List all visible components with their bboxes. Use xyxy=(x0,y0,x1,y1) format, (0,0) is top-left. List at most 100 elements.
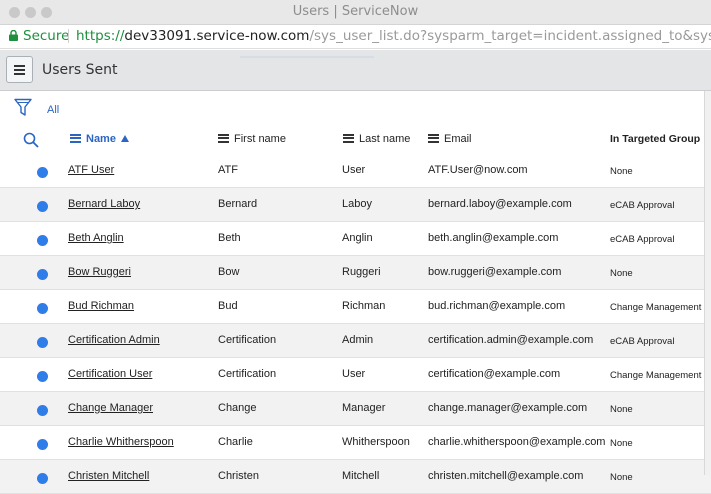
vertical-scrollbar[interactable] xyxy=(704,91,711,475)
user-name-link[interactable]: Christen Mitchell xyxy=(68,470,208,482)
window-title: Users | ServiceNow xyxy=(292,4,419,19)
list-title: Users Sent xyxy=(42,62,118,78)
user-name-link[interactable]: ATF User xyxy=(68,164,208,176)
blue-dot-icon xyxy=(37,235,48,246)
last-name-cell: Whitherspoon xyxy=(342,436,410,448)
first-name-cell: Certification xyxy=(218,334,277,346)
table-row[interactable]: Change Manager Change Manager change.man… xyxy=(0,392,711,426)
table-row[interactable]: Charlie Whitherspoon Charlie Whitherspoo… xyxy=(0,426,711,460)
table-row[interactable]: Bernard Laboy Bernard Laboy bernard.labo… xyxy=(0,188,711,222)
column-menu-icon[interactable] xyxy=(70,133,81,143)
group-cell: eCAB Approval xyxy=(610,200,675,211)
email-cell: bud.richman@example.com xyxy=(428,300,566,312)
url-path: /sys_user_list.do?sysparm_target=inciden… xyxy=(309,28,711,44)
window-titlebar: Users | ServiceNow xyxy=(0,0,711,25)
lock-icon xyxy=(9,30,18,41)
user-table-body: ATF User ATF User ATF.User@now.com None … xyxy=(0,154,711,494)
column-header-email[interactable]: Email xyxy=(428,133,472,145)
blue-dot-icon xyxy=(37,201,48,212)
group-cell: None xyxy=(610,268,633,279)
user-name-link[interactable]: Beth Anglin xyxy=(68,232,208,244)
first-name-cell: ATF xyxy=(218,164,238,176)
last-name-cell: User xyxy=(342,164,366,176)
table-row[interactable]: Bow Ruggeri Bow Ruggeri bow.ruggeri@exam… xyxy=(0,256,711,290)
group-cell: eCAB Approval xyxy=(610,336,675,347)
table-row[interactable]: Beth Anglin Beth Anglin beth.anglin@exam… xyxy=(0,222,711,256)
table-row[interactable]: Christen Mitchell Christen Mitchell chri… xyxy=(0,460,711,494)
url-host: dev33091.service-now.com xyxy=(124,28,310,44)
url-scheme: https:// xyxy=(76,28,125,44)
user-name-link[interactable]: Charlie Whitherspoon xyxy=(68,436,208,448)
first-name-cell: Beth xyxy=(218,232,241,244)
column-label-email: Email xyxy=(444,133,472,145)
column-label-last-name: Last name xyxy=(359,133,411,145)
column-menu-icon[interactable] xyxy=(428,133,439,143)
funnel-icon[interactable] xyxy=(14,98,32,117)
url-text[interactable]: https://dev33091.service-now.com/sys_use… xyxy=(76,28,711,44)
header-decor-line xyxy=(240,56,374,58)
user-name-link[interactable]: Certification User xyxy=(68,368,208,380)
secure-label: Secure xyxy=(23,28,70,44)
column-label-name: Name xyxy=(86,133,116,145)
blue-dot-icon xyxy=(37,269,48,280)
column-menu-icon[interactable] xyxy=(343,133,354,143)
email-cell: charlie.whitherspoon@example.com xyxy=(428,436,606,448)
column-header-last-name[interactable]: Last name xyxy=(343,133,410,145)
user-name-link[interactable]: Bernard Laboy xyxy=(68,198,208,210)
group-cell: None xyxy=(610,472,633,483)
group-cell: None xyxy=(610,404,633,415)
group-cell: None xyxy=(610,166,633,177)
column-header-group[interactable]: In Targeted Group xyxy=(610,133,700,145)
email-cell: certification@example.com xyxy=(428,368,561,380)
last-name-cell: Mitchell xyxy=(342,470,380,482)
group-cell: None xyxy=(610,438,633,449)
user-name-link[interactable]: Bud Richman xyxy=(68,300,208,312)
address-bar[interactable]: Secure https://dev33091.service-now.com/… xyxy=(0,25,711,49)
column-menu-icon[interactable] xyxy=(218,133,229,143)
blue-dot-icon xyxy=(37,337,48,348)
last-name-cell: Laboy xyxy=(342,198,372,210)
last-name-cell: Ruggeri xyxy=(342,266,381,278)
last-name-cell: Anglin xyxy=(342,232,373,244)
table-row[interactable]: Bud Richman Bud Richman bud.richman@exam… xyxy=(0,290,711,324)
address-divider xyxy=(68,29,69,43)
table-row[interactable]: Certification Admin Certification Admin … xyxy=(0,324,711,358)
last-name-cell: User xyxy=(342,368,366,380)
user-name-link[interactable]: Change Manager xyxy=(68,402,208,414)
hamburger-menu-icon xyxy=(14,65,25,75)
filter-all-link[interactable]: All xyxy=(47,104,59,116)
magnifier-icon[interactable] xyxy=(23,132,39,148)
column-header-name[interactable]: Name xyxy=(70,133,129,145)
blue-dot-icon xyxy=(37,167,48,178)
email-cell: bernard.laboy@example.com xyxy=(428,198,572,210)
user-name-link[interactable]: Certification Admin xyxy=(68,334,208,346)
first-name-cell: Bow xyxy=(218,266,240,278)
column-label-group: In Targeted Group xyxy=(610,133,701,145)
last-name-cell: Manager xyxy=(342,402,386,414)
first-name-cell: Christen xyxy=(218,470,259,482)
column-header-first-name[interactable]: First name xyxy=(218,133,286,145)
group-cell: Change Management xyxy=(610,302,702,313)
blue-dot-icon xyxy=(37,303,48,314)
blue-dot-icon xyxy=(37,371,48,382)
blue-dot-icon xyxy=(37,439,48,450)
email-cell: change.manager@example.com xyxy=(428,402,588,414)
email-cell: beth.anglin@example.com xyxy=(428,232,559,244)
table-row[interactable]: ATF User ATF User ATF.User@now.com None xyxy=(0,154,711,188)
email-cell: bow.ruggeri@example.com xyxy=(428,266,562,278)
user-name-link[interactable]: Bow Ruggeri xyxy=(68,266,208,278)
table-row[interactable]: Certification User Certification User ce… xyxy=(0,358,711,392)
column-label-first-name: First name xyxy=(234,133,286,145)
blue-dot-icon xyxy=(37,405,48,416)
first-name-cell: Certification xyxy=(218,368,277,380)
last-name-cell: Richman xyxy=(342,300,386,312)
email-cell: christen.mitchell@example.com xyxy=(428,470,584,482)
list-menu-button[interactable] xyxy=(6,56,33,83)
first-name-cell: Change xyxy=(218,402,257,414)
sort-ascending-icon[interactable] xyxy=(120,134,129,142)
email-cell: certification.admin@example.com xyxy=(428,334,594,346)
group-cell: Change Management xyxy=(610,370,702,381)
column-header-row: Name First name Last name Email In Targe… xyxy=(0,127,711,155)
first-name-cell: Bernard xyxy=(218,198,258,210)
group-cell: eCAB Approval xyxy=(610,234,675,245)
